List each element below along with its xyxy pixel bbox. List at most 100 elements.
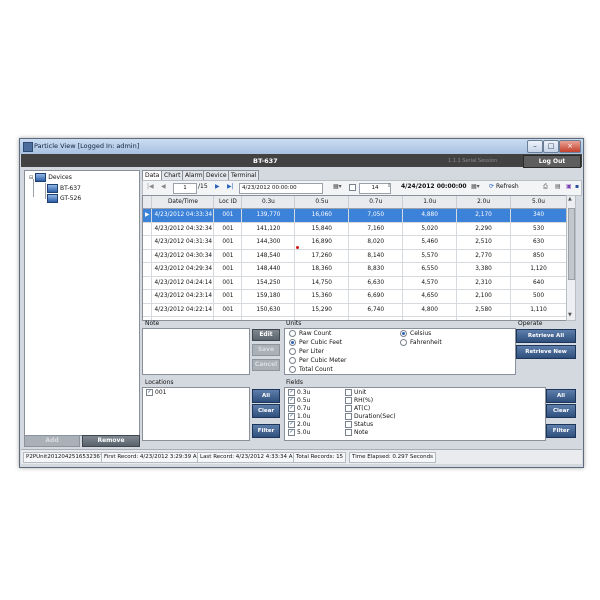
table-cell[interactable]: 2,170 [456,208,511,223]
table-cell[interactable]: 8,140 [348,249,404,263]
row-header[interactable]: ▶ [143,208,153,223]
table-cell[interactable]: 5,570 [402,249,458,263]
table-cell[interactable]: 12,930 [294,316,350,320]
table-cell[interactable]: 141,120 [241,222,296,236]
preview-icon[interactable]: ▤ [555,183,561,190]
tree-device-bt637[interactable]: BT-637 [47,184,81,193]
table-row[interactable]: 4/23/2012 04:24:14 001 154,250 14,750 6,630 4… [143,276,567,290]
table-cell[interactable]: 6,690 [348,289,404,304]
table-cell[interactable]: 001 [213,316,243,320]
table-cell[interactable]: 1,810 [456,316,511,320]
save-icon[interactable]: ▪ [575,183,579,190]
retrieve-new-button[interactable]: Retrieve New [516,345,576,359]
field-0-3u[interactable]: ✓ 0.3u [288,389,310,396]
column-header[interactable]: Loc ID [213,196,243,209]
table-cell[interactable]: 148,540 [241,249,296,263]
table-cell[interactable]: 2,310 [456,276,511,290]
table-cell[interactable]: 15,840 [294,222,350,236]
table-row[interactable]: 4/23/2012 04:30:34 001 148,540 17,260 8,140 5… [143,249,567,263]
column-header[interactable]: 1.0u [402,196,458,209]
start-date-input[interactable]: 4/23/2012 00:00:00 [239,183,323,194]
table-cell[interactable]: 6,740 [348,303,404,317]
field-unit[interactable]: Unit [345,389,366,396]
table-cell[interactable]: 640 [510,276,567,290]
table-cell[interactable]: 4/23/2012 04:21:14 [151,316,215,320]
table-cell[interactable]: 4/23/2012 04:32:34 [151,222,215,236]
field-status[interactable]: Status [345,421,373,428]
table-cell[interactable]: 5,460 [402,235,458,250]
interval-checkbox[interactable] [349,184,356,191]
fields-all-button[interactable]: All [546,389,576,403]
print-icon[interactable]: ⎙ [543,183,548,191]
table-cell[interactable]: 4,650 [402,289,458,304]
table-cell[interactable]: 001 [213,249,243,263]
retrieve-all-button[interactable]: Retrieve All [516,329,576,343]
edit-button[interactable]: Edit [252,329,280,341]
table-cell[interactable]: 148,440 [241,262,296,277]
table-cell[interactable]: 4,570 [402,276,458,290]
calendar-icon[interactable]: ▦▾ [333,183,342,190]
table-cell[interactable]: 7,050 [348,208,404,223]
table-cell[interactable]: 2,100 [456,289,511,304]
unit-raw-count[interactable]: Raw Count [289,330,331,337]
table-cell[interactable]: 4/23/2012 04:29:34 [151,262,215,277]
table-cell[interactable]: 4/23/2012 04:22:14 [151,303,215,317]
table-cell[interactable]: 6,550 [402,262,458,277]
row-header[interactable] [143,249,153,263]
table-cell[interactable]: 154,250 [241,276,296,290]
temp-fahrenheit[interactable]: Fahrenheit [400,339,442,346]
table-cell[interactable]: 18,360 [294,262,350,277]
unit-per-cubic-meter[interactable]: Per Cubic Meter [289,357,347,364]
end-date-label[interactable]: 4/24/2012 00:00:00 [401,183,467,190]
table-cell[interactable]: 340 [510,208,567,223]
grid-scrollbar[interactable]: ▲ ▼ [566,195,576,321]
table-row[interactable]: ▶ 4/23/2012 04:33:34 001 139,770 16,060 7,050… [143,208,567,223]
field-0-7u[interactable]: ✓ 0.7u [288,405,310,412]
field-0-5u[interactable]: ✓ 0.5u [288,397,310,404]
close-button[interactable]: × [559,140,581,153]
tree-device-gt526[interactable]: GT-526 [47,194,81,203]
row-header[interactable] [143,235,153,250]
column-header[interactable]: 2.0u [456,196,511,209]
table-cell[interactable]: 15,360 [294,289,350,304]
locations-all-button[interactable]: All [252,389,280,403]
tab-terminal[interactable]: Terminal [228,170,260,180]
field-5-0u[interactable]: ✓ 5.0u [288,429,310,436]
field-note[interactable]: Note [345,429,368,436]
table-cell[interactable]: 1,120 [510,262,567,277]
table-cell[interactable]: 2,580 [456,303,511,317]
row-header[interactable] [143,222,153,236]
table-cell[interactable]: 7,160 [348,222,404,236]
column-header[interactable]: Date/Time [151,196,215,209]
location-item[interactable]: ✓ 001 [146,389,166,396]
scroll-up-icon[interactable]: ▲ [568,196,572,202]
table-cell[interactable]: 8,020 [348,235,404,250]
table-cell[interactable]: 4,880 [402,208,458,223]
last-page-icon[interactable]: ▶| [227,183,234,190]
fields-clear-button[interactable]: Clear [546,404,576,418]
table-row[interactable]: 4/23/2012 04:23:14 001 159,180 15,360 6,690 4… [143,289,567,304]
minimize-button[interactable]: – [527,140,543,153]
page-input[interactable]: 1 [173,183,197,194]
table-cell[interactable]: 14,750 [294,276,350,290]
table-cell[interactable]: 850 [510,249,567,263]
table-cell[interactable]: 4/23/2012 04:31:34 [151,235,215,250]
field-2-0u[interactable]: ✓ 2.0u [288,421,310,428]
table-cell[interactable]: 2,510 [456,235,511,250]
table-cell[interactable]: 8,830 [348,262,404,277]
field-1-0u[interactable]: ✓ 1.0u [288,413,310,420]
column-header[interactable]: 0.7u [348,196,404,209]
table-cell[interactable]: 144,300 [241,235,296,250]
table-cell[interactable]: 159,180 [241,289,296,304]
logout-button[interactable]: Log Out [523,155,581,168]
row-header[interactable] [143,262,153,277]
row-header[interactable] [143,276,153,290]
table-cell[interactable]: 4/23/2012 04:23:14 [151,289,215,304]
table-cell[interactable]: 001 [213,276,243,290]
table-row[interactable]: 4/23/2012 04:21:14001140,03012,9305,5403… [143,316,567,320]
end-calendar-icon[interactable]: ▦▾ [471,183,480,190]
table-cell[interactable]: 16,060 [294,208,350,223]
save-button[interactable]: Save [252,344,280,356]
table-cell[interactable]: 001 [213,235,243,250]
unit-total-count[interactable]: Total Count [289,366,333,373]
